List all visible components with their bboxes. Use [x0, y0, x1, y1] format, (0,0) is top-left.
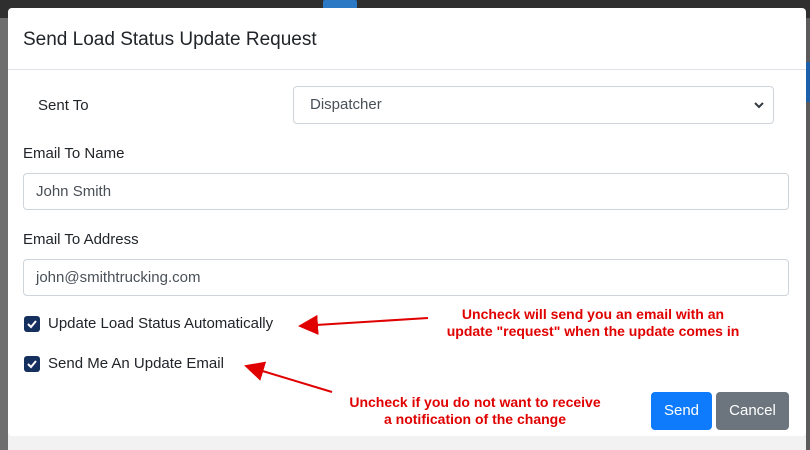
arrow-to-update-email — [244, 361, 333, 393]
arrow-to-auto-update — [298, 314, 429, 335]
annotation-arrows — [244, 314, 429, 393]
